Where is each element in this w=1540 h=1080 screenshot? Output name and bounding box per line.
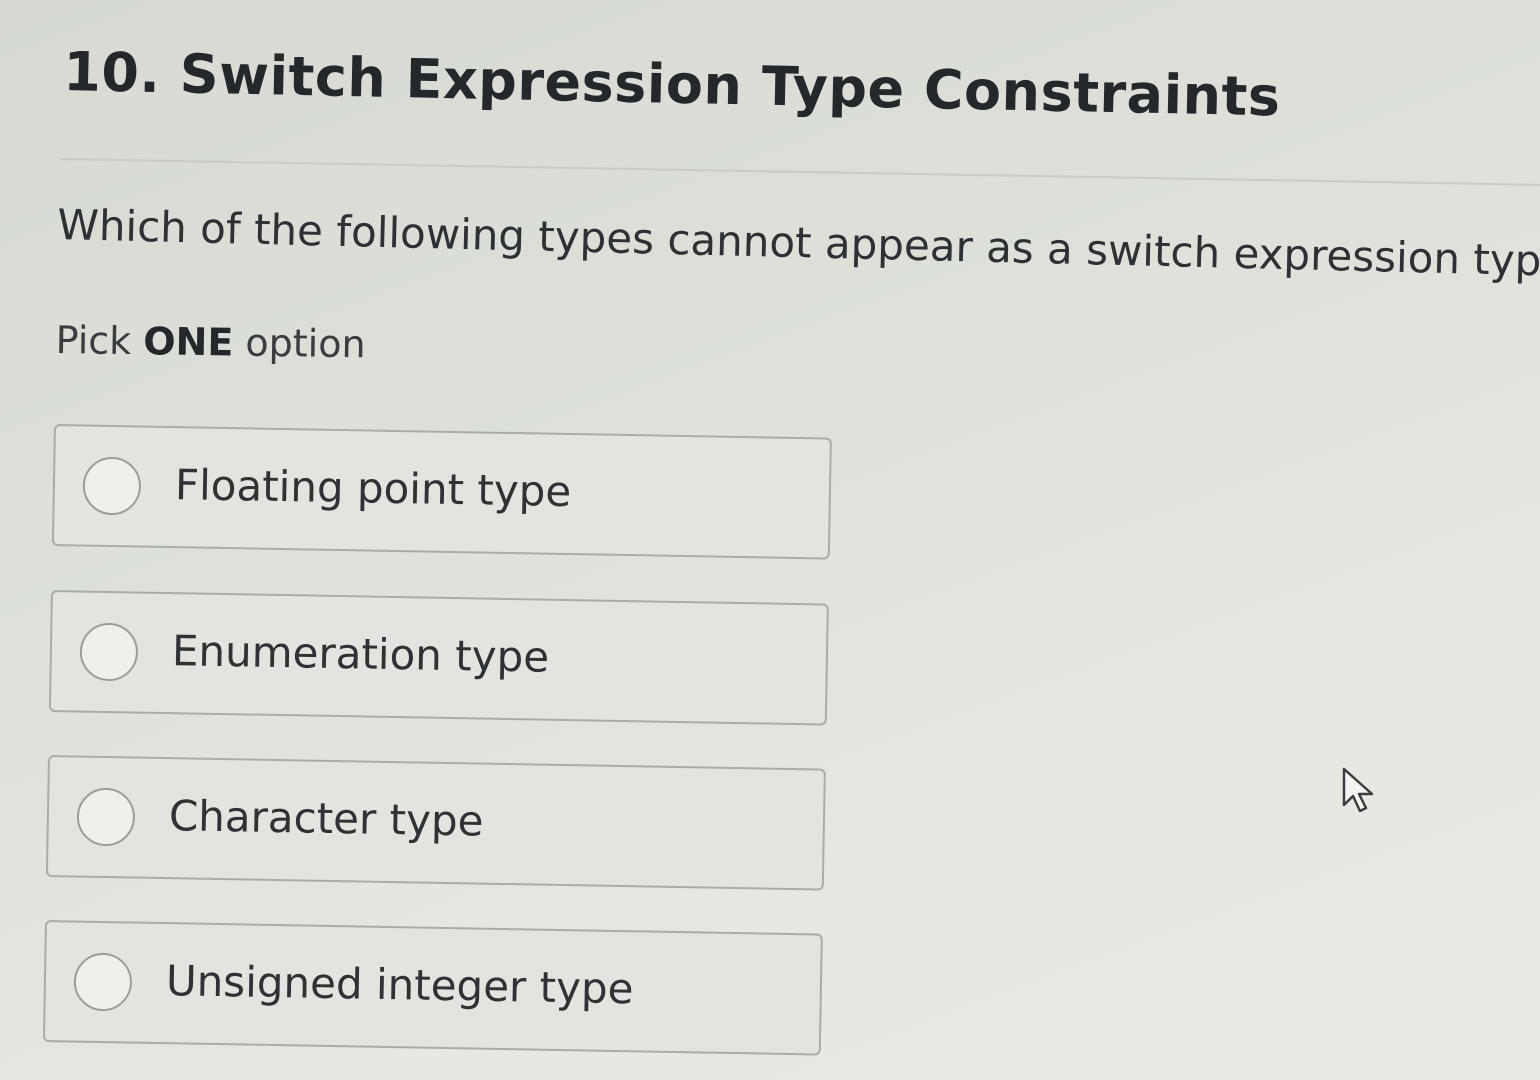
question-title: 10. Switch Expression Type Constraints bbox=[62, 40, 1282, 129]
instruction-suffix: option bbox=[233, 320, 366, 367]
title-divider bbox=[59, 158, 1540, 186]
option-character[interactable]: Character type bbox=[45, 755, 826, 891]
answer-instruction: Pick ONE option bbox=[55, 318, 366, 366]
radio-button-icon[interactable] bbox=[73, 952, 133, 1012]
option-unsigned-integer[interactable]: Unsigned integer type bbox=[42, 920, 823, 1056]
mouse-pointer-icon bbox=[1342, 767, 1374, 813]
option-floating-point[interactable]: Floating point type bbox=[51, 424, 832, 560]
radio-button-icon[interactable] bbox=[79, 622, 139, 682]
instruction-prefix: Pick bbox=[55, 318, 144, 364]
instruction-emphasis: ONE bbox=[143, 319, 234, 365]
radio-button-icon[interactable] bbox=[82, 456, 142, 516]
radio-button-icon[interactable] bbox=[76, 787, 136, 847]
option-enumeration[interactable]: Enumeration type bbox=[48, 590, 829, 726]
question-text: Which of the following types cannot appe… bbox=[56, 200, 1540, 287]
option-label: Enumeration type bbox=[171, 626, 550, 682]
option-label: Floating point type bbox=[174, 460, 572, 517]
option-label: Unsigned integer type bbox=[165, 956, 634, 1014]
option-label: Character type bbox=[168, 791, 484, 846]
quiz-page: 10. Switch Expression Type Constraints W… bbox=[0, 0, 1540, 1080]
